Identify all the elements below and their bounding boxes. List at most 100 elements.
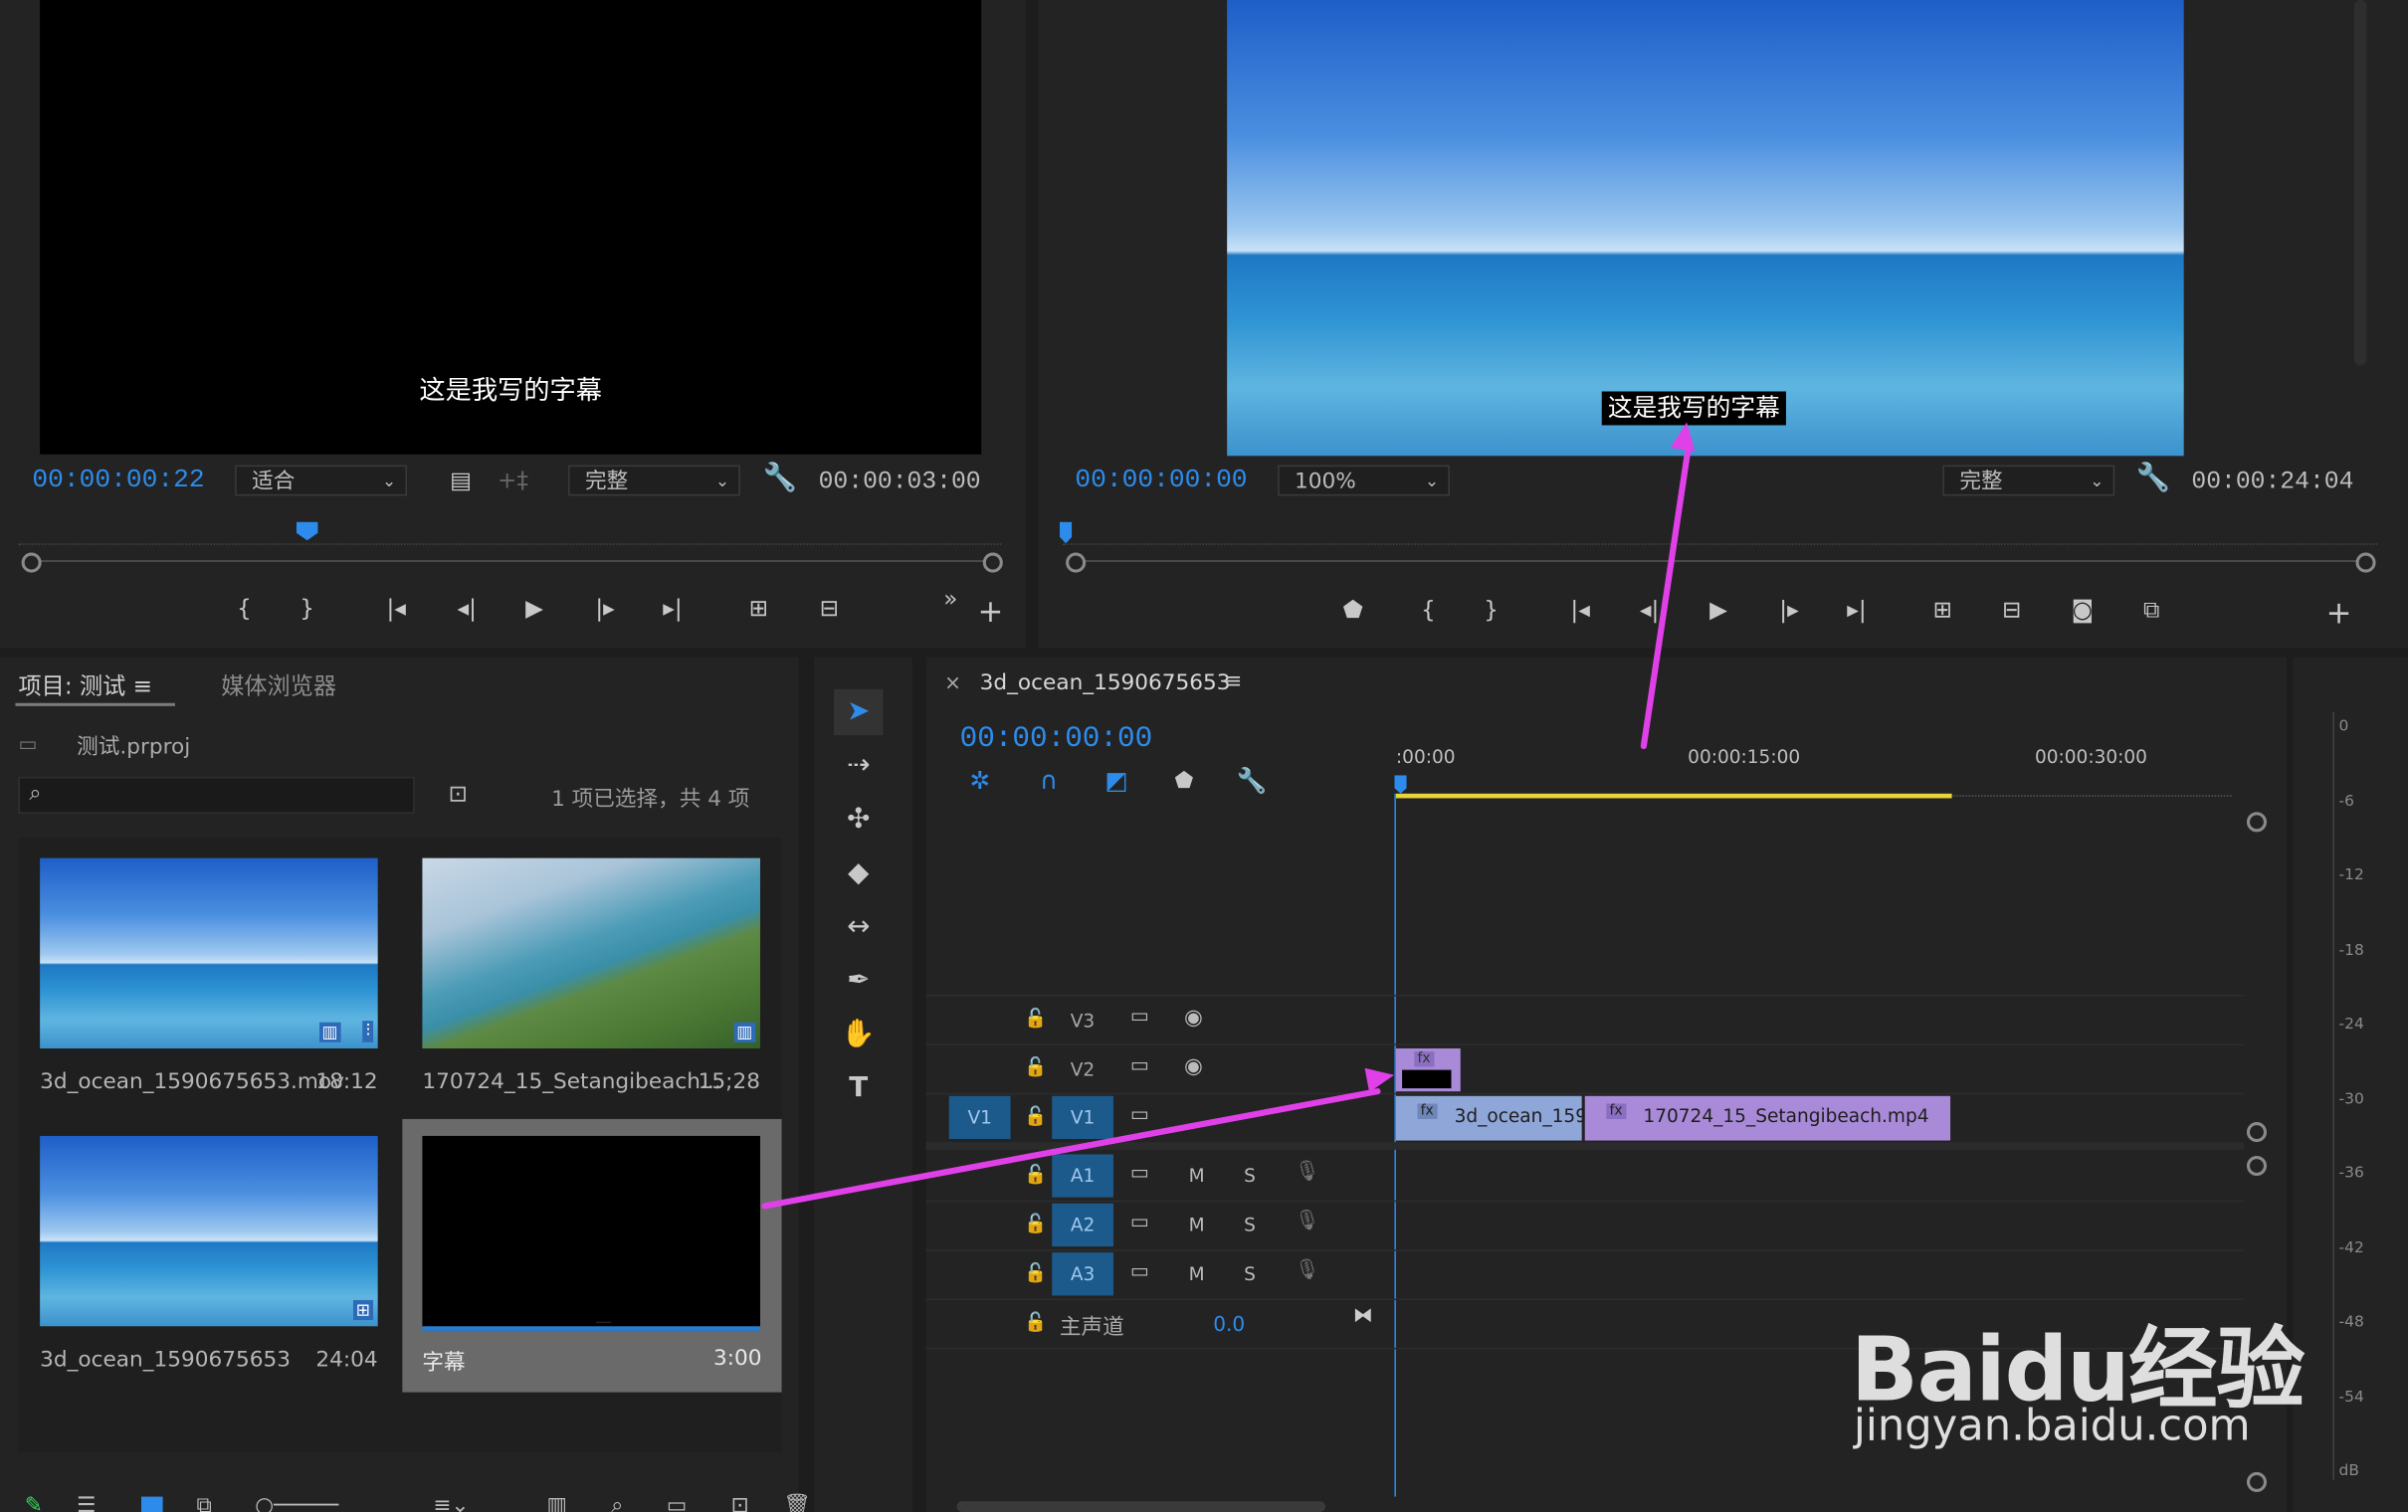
overwrite-icon[interactable]: ⊟ <box>808 593 851 624</box>
timeline-settings-icon[interactable]: 🔧 <box>1233 766 1270 797</box>
program-scrollbar[interactable] <box>2353 0 2367 366</box>
icon-view-icon[interactable] <box>140 1496 163 1512</box>
lock-icon[interactable]: 🔓 <box>1024 1007 1047 1029</box>
automate-sequence-icon[interactable]: ▥ <box>546 1493 566 1512</box>
wrench-icon[interactable]: 🔧 <box>2134 463 2171 494</box>
sync-lock-icon[interactable]: ▭ <box>1130 1104 1149 1127</box>
insert-icon[interactable]: ⊞ <box>737 593 780 624</box>
linked-selection-icon[interactable]: ◩ <box>1099 766 1135 797</box>
list-view-icon[interactable]: ☰ <box>77 1493 96 1512</box>
track-a3-target[interactable]: A3 <box>1052 1252 1113 1296</box>
panel-menu-icon[interactable]: ≡ <box>133 672 152 700</box>
program-timecode[interactable]: 00:00:00:00 <box>1075 467 1247 495</box>
mute-button[interactable]: M <box>1189 1263 1205 1285</box>
go-to-out-icon[interactable]: ▸| <box>654 593 691 624</box>
go-to-out-icon[interactable]: ▸| <box>1838 594 1875 625</box>
solo-button[interactable]: S <box>1244 1215 1256 1236</box>
play-icon[interactable]: ▶ <box>1702 594 1735 625</box>
sync-lock-icon[interactable]: ▭ <box>1130 1162 1149 1185</box>
go-to-in-icon[interactable]: |◂ <box>1562 594 1599 625</box>
sync-lock-icon[interactable]: ▭ <box>1130 1006 1149 1029</box>
program-scrub-end[interactable] <box>2355 552 2376 573</box>
mark-out-icon[interactable]: } <box>1478 594 1505 625</box>
lock-icon[interactable]: 🔓 <box>1024 1213 1047 1234</box>
razor-tool-icon[interactable]: ◆ <box>834 850 883 896</box>
step-forward-icon[interactable]: |▸ <box>587 593 624 624</box>
eye-icon[interactable]: ◉ <box>1184 1006 1203 1031</box>
program-quality-dropdown[interactable]: 完整 ⌄ <box>1942 465 2115 496</box>
sync-lock-icon[interactable]: ▭ <box>1130 1054 1149 1077</box>
ripple-edit-tool-icon[interactable]: ✣ <box>834 797 883 843</box>
track-a1-target[interactable]: A1 <box>1052 1154 1113 1198</box>
clip-ocean[interactable]: fx 3d_ocean_159 <box>1395 1095 1587 1141</box>
lock-icon[interactable]: 🔓 <box>1024 1056 1047 1078</box>
microphone-icon[interactable]: 🎙 <box>1295 1161 1319 1184</box>
source-scrub-bar[interactable] <box>30 560 993 562</box>
subtitle-clip[interactable]: fx <box>1395 1047 1461 1092</box>
sort-icon[interactable]: ≡⌄ <box>433 1493 469 1512</box>
wrench-icon[interactable]: 🔧 <box>762 463 799 494</box>
master-volume-value[interactable]: 0.0 <box>1213 1314 1245 1337</box>
export-frame-icon[interactable]: ◙ <box>2064 594 2101 625</box>
selection-tool-icon[interactable]: ➤ <box>834 688 884 736</box>
nest-icon[interactable]: ✲ <box>963 766 997 797</box>
video-zoom-knob-bottom[interactable] <box>2246 1122 2268 1143</box>
project-item-beach[interactable]: ▥ 170724_15_Setangibeach... 15;28 <box>401 839 782 1116</box>
find-in-folder-icon[interactable]: ⊡ <box>449 780 468 808</box>
lock-icon[interactable]: 🔓 <box>1024 1261 1047 1283</box>
add-button-icon[interactable]: + <box>975 596 1006 627</box>
solo-button[interactable]: S <box>1244 1165 1256 1187</box>
go-to-in-icon[interactable]: |◂ <box>378 593 415 624</box>
solo-button[interactable]: S <box>1244 1263 1256 1285</box>
zoom-slider[interactable]: ○───── <box>255 1493 338 1512</box>
lock-icon[interactable]: 🔓 <box>1024 1164 1047 1186</box>
timeline-timecode[interactable]: 00:00:00:00 <box>960 721 1153 755</box>
extract-icon[interactable]: ⊟ <box>1990 594 2033 625</box>
source-patch-v1[interactable]: V1 <box>948 1095 1011 1140</box>
add-marker-icon[interactable]: ⬟ <box>1339 594 1367 625</box>
mark-in-icon[interactable]: { <box>231 593 259 624</box>
eye-icon[interactable]: ◉ <box>1184 1054 1203 1079</box>
project-item-ocean-mov[interactable]: ▥ ⫶ 3d_ocean_1590675653.mov 18:12 <box>19 839 400 1116</box>
write-protect-icon[interactable]: ✎ <box>25 1493 43 1512</box>
panel-menu-icon[interactable]: ≡ <box>1224 669 1242 694</box>
microphone-icon[interactable]: 🎙 <box>1295 1258 1319 1281</box>
microphone-icon[interactable]: 🎙 <box>1295 1210 1319 1232</box>
lift-icon[interactable]: ⊞ <box>1921 594 1964 625</box>
sync-lock-icon[interactable]: ▭ <box>1130 1212 1149 1234</box>
mute-button[interactable]: M <box>1189 1165 1205 1187</box>
track-v1-target[interactable]: V1 <box>1052 1095 1113 1140</box>
new-item-icon[interactable]: ⊡ <box>731 1493 749 1512</box>
slip-tool-icon[interactable]: ↔ <box>834 904 883 950</box>
sync-lock-icon[interactable]: ▭ <box>1130 1260 1149 1283</box>
video-zoom-knob-top[interactable] <box>2246 812 2268 833</box>
find-icon[interactable]: ⌕ <box>611 1493 623 1512</box>
project-item-ocean-sequence[interactable]: ⊞ 3d_ocean_1590675653 24:04 <box>19 1117 400 1394</box>
more-controls-icon[interactable]: » <box>936 583 964 614</box>
lock-icon[interactable]: 🔓 <box>1024 1105 1047 1127</box>
play-icon[interactable]: ▶ <box>517 593 551 624</box>
clip-beach[interactable]: fx 170724_15_Setangibeach.mp4 <box>1584 1095 1951 1141</box>
snap-icon[interactable]: ∩ <box>1032 766 1066 797</box>
new-bin-icon[interactable]: ▭ <box>667 1493 687 1512</box>
gap-icon[interactable]: ⧓ <box>1353 1305 1373 1328</box>
project-search-input[interactable]: ⌕ <box>18 776 415 814</box>
program-scrub-bar[interactable] <box>1075 560 2368 562</box>
source-fit-dropdown[interactable]: 适合 ⌄ <box>235 465 407 496</box>
mute-button[interactable]: M <box>1189 1215 1205 1236</box>
hand-tool-icon[interactable]: ✋ <box>834 1012 883 1057</box>
step-forward-icon[interactable]: |▸ <box>1771 594 1808 625</box>
tab-media-browser[interactable]: 媒体浏览器 <box>221 669 336 701</box>
track-a2-target[interactable]: A2 <box>1052 1203 1113 1247</box>
type-tool-icon[interactable]: T <box>834 1065 883 1111</box>
work-area-bar[interactable] <box>1395 793 1952 799</box>
comparison-view-icon[interactable]: ⧉ <box>2131 594 2171 625</box>
timeline-horizontal-scrollbar[interactable] <box>956 1501 1325 1512</box>
film-settings-icon[interactable]: ▤ <box>444 466 478 496</box>
add-marker-icon[interactable]: ⬟ <box>1167 766 1201 797</box>
source-scrub-end[interactable] <box>982 552 1003 573</box>
program-scrub-start[interactable] <box>1066 552 1087 573</box>
source-quality-dropdown[interactable]: 完整 ⌄ <box>568 465 740 496</box>
trash-icon[interactable]: 🗑 <box>783 1493 810 1512</box>
close-icon[interactable]: × <box>944 672 961 695</box>
